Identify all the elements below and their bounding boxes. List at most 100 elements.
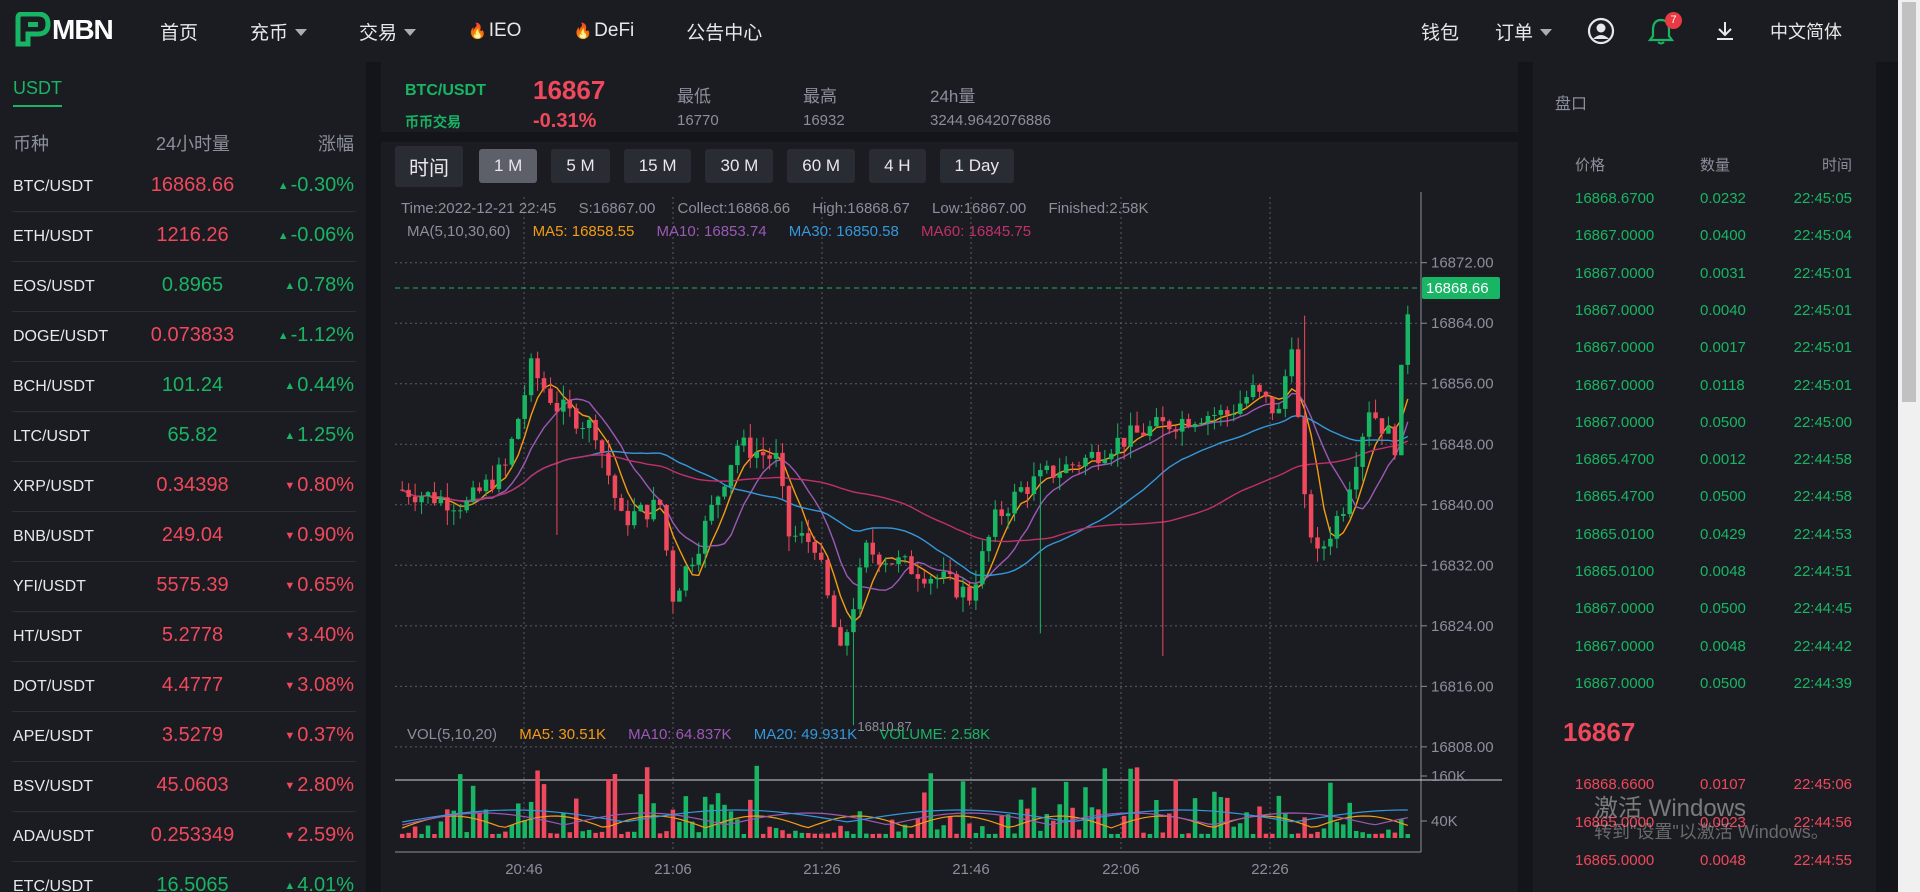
market-price: 1216.26 [156, 224, 229, 246]
nav-item-1[interactable]: 充币 [250, 18, 308, 45]
market-row[interactable]: ADA/USDT 0.253349 ▼ 2.59% [0, 812, 366, 862]
candlestick-chart[interactable]: 16872.00 16864.00 16856.00 16848.00 16840.00… [381, 62, 1518, 892]
candle-body [632, 511, 637, 526]
market-change: ▲ 1.25% [284, 424, 354, 447]
volume-bar [1225, 797, 1230, 838]
market-row[interactable]: XRP/USDT 0.34398 ▼ 0.80% [0, 462, 366, 512]
volume-bar [515, 803, 521, 838]
user-icon[interactable] [1586, 16, 1616, 46]
main-nav: 首页 充币 交易 🔥 IEO 🔥 DeFi 公告中心 [160, 0, 814, 62]
chevron-down-icon [1540, 28, 1552, 36]
volume-bar [857, 811, 863, 838]
market-row[interactable]: BSV/USDT 45.0603 ▼ 2.80% [0, 762, 366, 812]
market-row[interactable]: BCH/USDT 101.24 ▲ 0.44% [0, 362, 366, 412]
candle-body [1179, 418, 1185, 432]
nav-item-5[interactable]: 公告中心 [686, 18, 762, 45]
market-symbol: ETC/USDT [13, 878, 93, 892]
trade-row: 16865.0100 0.0429 22:44:53 [1533, 526, 1876, 556]
language-switch[interactable]: 中文简体 [1770, 18, 1842, 44]
volume-bar [1076, 829, 1082, 838]
volume-bar [928, 773, 934, 838]
market-row[interactable]: APE/USDT 3.5279 ▼ 0.37% [0, 712, 366, 762]
candle-body [1121, 437, 1127, 447]
market-row[interactable]: LTC/USDT 65.82 ▲ 1.25% [0, 412, 366, 462]
market-row[interactable]: BNB/USDT 249.04 ▼ 0.90% [0, 512, 366, 562]
candle-body [741, 437, 747, 446]
market-row[interactable]: EOS/USDT 0.8965 ▲ 0.78% [0, 262, 366, 312]
time-tick-label: 21:06 [654, 861, 692, 878]
trade-time: 22:45:05 [1793, 190, 1852, 207]
candle-body [522, 395, 527, 419]
market-row[interactable]: BTC/USDT 16868.66 ▲ -0.30% [0, 162, 366, 212]
tab-usdt[interactable]: USDT [13, 78, 62, 107]
market-row[interactable]: YFI/USDT 5575.39 ▼ 0.65% [0, 562, 366, 612]
triangle-down-icon: ▼ [284, 529, 296, 542]
volume-bar [793, 830, 798, 838]
trade-price: 16865.0000 [1575, 852, 1655, 869]
volume-bar [754, 765, 760, 838]
candle-body [1057, 472, 1062, 478]
market-row[interactable]: HT/USDT 5.2778 ▼ 3.40% [0, 612, 366, 662]
candle-body [1212, 414, 1217, 416]
volume-bar [812, 833, 818, 838]
trade-amount: 0.0118 [1700, 376, 1745, 394]
volume-bar [554, 833, 560, 838]
candle-body [1115, 437, 1120, 454]
market-symbol: DOGE/USDT [13, 328, 109, 345]
trade-price: 16867.0000 [1575, 376, 1655, 394]
candle-body [1063, 464, 1069, 473]
candle-body [644, 504, 650, 520]
market-change: ▲ 4.01% [284, 874, 354, 892]
candle-body [1025, 487, 1030, 495]
volume-bar [954, 833, 959, 838]
trade-time: 22:44:42 [1793, 637, 1852, 655]
candle-body [831, 595, 837, 628]
trade-price: 16865.4700 [1575, 451, 1655, 469]
market-row[interactable]: DOGE/USDT 0.073833 ▲ -1.12% [0, 312, 366, 362]
candle-body [496, 464, 502, 490]
candle-body [1038, 470, 1043, 477]
volume-bar [1386, 829, 1391, 838]
market-list-header: 币种 24小时量 涨幅 [0, 130, 366, 160]
bell-icon[interactable]: 7 [1646, 12, 1682, 46]
nav-item-3[interactable]: 🔥 IEO [468, 20, 521, 42]
volume-bar [909, 833, 914, 838]
volume-bar [831, 832, 837, 838]
trade-time: 22:45:04 [1793, 227, 1852, 245]
market-change-value: 0.44% [297, 374, 354, 396]
volume-bar [999, 815, 1004, 838]
trade-amount: 0.0048 [1700, 637, 1746, 655]
market-row[interactable]: ETH/USDT 1216.26 ▲ -0.06% [0, 212, 366, 262]
market-row[interactable]: ETC/USDT 16.5065 ▲ 4.01% [0, 862, 366, 892]
candle-body [1257, 384, 1262, 392]
market-row[interactable]: DOT/USDT 4.4777 ▼ 3.08% [0, 662, 366, 712]
nav-item-4[interactable]: 🔥 DeFi [573, 20, 634, 42]
candle-body [722, 486, 727, 497]
market-symbol: EOS/USDT [13, 278, 95, 295]
vol-ma10-line [402, 812, 1408, 826]
candle-body [438, 497, 444, 504]
volume-bar [1341, 824, 1346, 838]
logo[interactable]: MBN [14, 12, 114, 48]
page-scrollbar[interactable] [1898, 0, 1920, 892]
price-tick-label: 16848.00 [1431, 436, 1494, 453]
nav-item-2[interactable]: 交易 [359, 18, 417, 45]
candle-body [1096, 451, 1101, 464]
nav-item-0[interactable]: 首页 [160, 18, 198, 45]
volume-bar [1134, 767, 1140, 838]
trade-price: 16867.0000 [1575, 227, 1655, 245]
wallet-link[interactable]: 钱包 [1421, 18, 1459, 45]
market-change-value: 2.80% [297, 774, 354, 796]
triangle-down-icon: ▼ [284, 729, 296, 742]
nav-right: 钱包 订单 7 中文简体 [1421, 0, 1882, 62]
orders-menu[interactable]: 订单 [1495, 18, 1552, 45]
volume-bar [1057, 804, 1062, 838]
download-icon[interactable] [1710, 16, 1740, 46]
trade-row: 16867.0000 0.0500 22:44:39 [1533, 675, 1876, 705]
candle-body [567, 399, 573, 409]
volume-bar [1366, 833, 1372, 838]
scroll-thumb[interactable] [1902, 2, 1916, 402]
candle-body [992, 509, 998, 537]
candle-body [1379, 418, 1385, 434]
candle-body [1005, 513, 1011, 517]
